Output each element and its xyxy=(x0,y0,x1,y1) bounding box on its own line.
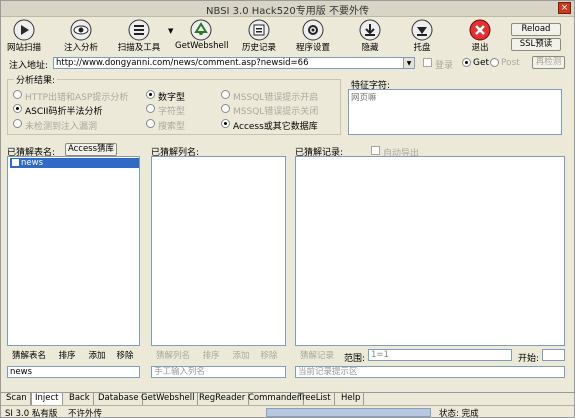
status-bar: SI 3.0 私有版 不许外传 状态: 完成 xyxy=(1,405,574,418)
tab-scan[interactable]: Scan xyxy=(3,393,31,405)
scan-button[interactable]: 网站扫描 xyxy=(5,17,43,53)
tab-regreader[interactable]: RegReader xyxy=(196,393,250,405)
sort-tables-button[interactable]: 排序 xyxy=(55,350,79,362)
tab-back[interactable]: Back xyxy=(66,393,94,405)
settings-button[interactable]: 程序设置 xyxy=(291,17,335,53)
inject-analysis-button[interactable]: 注入分析 xyxy=(59,17,103,53)
option-no-inject-label: 未检测到注入漏洞 xyxy=(25,122,98,132)
feature-textarea[interactable]: 网页嘛 xyxy=(348,89,562,135)
exit-button[interactable]: 退出 xyxy=(465,17,495,53)
status-version: SI 3.0 私有版 xyxy=(5,409,58,418)
title-bar: NBSI 3.0 Hack520专用版 不要外传 × xyxy=(1,1,574,17)
status-state: 状态: 完成 xyxy=(439,409,479,418)
tab-inject[interactable]: Inject xyxy=(31,393,63,405)
get-radio[interactable] xyxy=(462,58,471,67)
app-window: NBSI 3.0 Hack520专用版 不要外传 × 网站扫描 注入分析 扫描及… xyxy=(0,0,575,418)
tab-bar: Scan Inject Back Database GetWebshell Re… xyxy=(1,392,574,405)
option-search-label: 搜索型 xyxy=(158,122,186,132)
close-icon[interactable]: × xyxy=(558,2,571,14)
add-table-button[interactable]: 添加 xyxy=(85,350,109,362)
post-radio[interactable] xyxy=(490,58,499,67)
guess-records-button[interactable]: 猜解记录 xyxy=(297,350,337,362)
tab-getwebshell[interactable]: GetWebshell xyxy=(138,393,199,405)
sort-columns-button[interactable]: 排序 xyxy=(199,350,223,362)
exit-icon xyxy=(469,19,491,41)
option-numeric-radio[interactable] xyxy=(146,90,155,99)
feature-value: 网页嘛 xyxy=(351,93,377,103)
recycle-icon xyxy=(190,19,212,41)
range-input[interactable]: 1=1 xyxy=(368,349,512,361)
url-value: http://www.dongyanni.com/news/comment.as… xyxy=(56,58,309,68)
option-search-radio[interactable] xyxy=(146,119,155,128)
start-label: 开始: xyxy=(518,354,540,364)
option-no-inject-radio[interactable] xyxy=(13,119,22,128)
history-button[interactable]: 历史记录 xyxy=(237,17,281,53)
ssl-preread-button[interactable]: SSL预读 xyxy=(511,38,561,51)
range-label: 范围: xyxy=(344,354,366,364)
columns-list[interactable] xyxy=(151,156,286,346)
records-list[interactable] xyxy=(295,156,565,346)
remove-column-button[interactable]: 移除 xyxy=(257,350,281,362)
option-access-label: Access或其它数据库 xyxy=(233,122,318,132)
option-http-error-radio[interactable] xyxy=(13,90,22,99)
guess-tables-button[interactable]: 猜解表名 xyxy=(9,350,49,362)
recheck-button[interactable]: 再检测 xyxy=(532,56,565,69)
tray-icon xyxy=(411,19,433,41)
login-label: 登录 xyxy=(435,61,454,71)
url-input[interactable]: http://www.dongyanni.com/news/comment.as… xyxy=(53,57,415,69)
download-icon xyxy=(359,19,381,41)
option-http-error-label: HTTP出错和ASP提示分析 xyxy=(25,93,129,103)
eye-icon xyxy=(70,19,92,41)
column-name-input[interactable]: 手工输入列名 xyxy=(151,366,286,378)
chevron-down-icon[interactable]: ▼ xyxy=(403,58,414,68)
add-column-button[interactable]: 添加 xyxy=(229,350,253,362)
reload-button[interactable]: Reload xyxy=(511,23,561,36)
tables-list[interactable]: news xyxy=(7,156,140,346)
option-mssql-on-radio[interactable] xyxy=(221,90,230,99)
table-name-input[interactable]: news xyxy=(7,366,140,378)
tab-database[interactable]: Database xyxy=(95,393,143,405)
list-item[interactable]: news xyxy=(10,158,139,168)
progress-bar xyxy=(266,408,431,417)
hide-button[interactable]: 隐藏 xyxy=(355,17,385,53)
analysis-group-label: 分析结果: xyxy=(14,73,58,86)
tab-help[interactable]: Help xyxy=(338,393,365,405)
guess-columns-button[interactable]: 猜解列名 xyxy=(153,350,193,362)
access-guess-button[interactable]: Access猜库 xyxy=(65,143,117,156)
chevron-down-icon[interactable]: ▼ xyxy=(168,27,173,35)
getwebshell-button[interactable]: GetWebshell xyxy=(175,17,228,53)
option-mssql-off-label: MSSQL错误提示关闭 xyxy=(233,107,319,117)
table-item-label: news xyxy=(21,158,43,168)
option-string-label: 字符型 xyxy=(158,107,186,117)
post-label: Post xyxy=(501,58,520,68)
main-toolbar: 网站扫描 注入分析 扫描及工具 ▼ GetWebshell 历史记录 程序设置 … xyxy=(1,17,574,53)
status-notice: 不许外传 xyxy=(68,409,103,418)
option-ascii-radio[interactable] xyxy=(13,104,22,113)
scan-tools-button[interactable]: 扫描及工具 xyxy=(113,17,165,53)
scan-icon xyxy=(13,19,35,41)
auto-export-checkbox[interactable] xyxy=(371,146,380,155)
option-mssql-on-label: MSSQL错误提示开启 xyxy=(233,93,319,103)
option-string-radio[interactable] xyxy=(146,104,155,113)
menu-list-icon xyxy=(128,19,150,41)
window-title: NBSI 3.0 Hack520专用版 不要外传 xyxy=(206,6,369,17)
address-label: 注入地址: xyxy=(9,61,49,71)
option-ascii-label: ASCII码折半法分析 xyxy=(25,107,103,117)
option-numeric-label: 数字型 xyxy=(158,93,186,103)
option-mssql-off-radio[interactable] xyxy=(221,104,230,113)
settings-icon xyxy=(302,19,324,41)
remove-table-button[interactable]: 移除 xyxy=(113,350,137,362)
login-checkbox[interactable] xyxy=(423,58,432,67)
tray-button[interactable]: 托盘 xyxy=(407,17,437,53)
table-item-checkbox[interactable] xyxy=(12,159,19,166)
start-input[interactable] xyxy=(542,349,565,361)
tab-treelist[interactable]: TreeList xyxy=(295,393,335,405)
history-icon xyxy=(248,19,270,41)
option-access-radio[interactable] xyxy=(221,119,230,128)
record-hint-input[interactable]: 当前记录提示区 xyxy=(295,366,565,378)
get-label: Get xyxy=(473,58,490,68)
